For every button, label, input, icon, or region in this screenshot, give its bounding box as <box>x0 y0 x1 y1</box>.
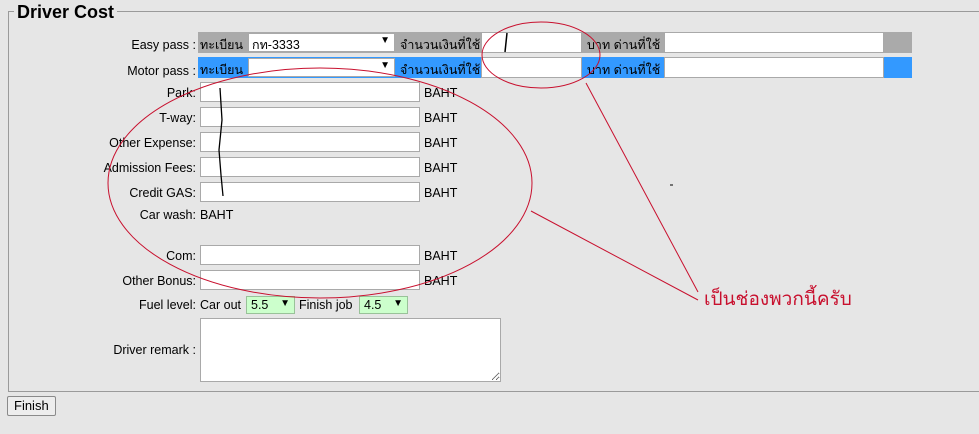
annotation-note: เป็นช่องพวกนี้ครับ <box>704 289 852 310</box>
annotation-overlay <box>107 21 699 301</box>
annotation-arrow-line-2 <box>530 210 699 301</box>
annotation-cursor-stroke <box>504 32 508 53</box>
annotation-ellipse-top <box>481 21 601 89</box>
annotation-stroke-line <box>218 87 224 197</box>
annotation-ellipse-main <box>107 67 533 299</box>
annotation-arrow-line-1 <box>585 82 699 293</box>
